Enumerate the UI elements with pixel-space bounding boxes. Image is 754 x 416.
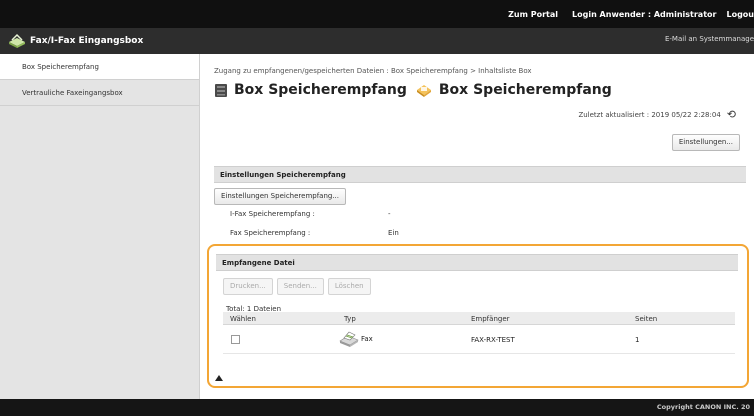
row-checkbox[interactable] (231, 335, 240, 344)
row-recipient: FAX-RX-TEST (471, 336, 515, 344)
copyright: Copyright CANON INC. 20 (656, 403, 750, 411)
row-pages: 1 (635, 336, 640, 344)
delete-button[interactable]: Löschen (327, 278, 371, 295)
page-title: Box Speicherempfang Box Speicherempfang (214, 82, 612, 98)
last-updated: Zuletzt aktualisiert : 2019 05/22 2:28:0… (578, 108, 736, 121)
last-updated-text: Zuletzt aktualisiert : 2019 05/22 2:28:0… (578, 110, 721, 119)
send-button[interactable]: Senden... (276, 278, 324, 295)
col-type: Typ (344, 315, 356, 323)
top-bar: Zum Portal Login Anwender : Administrato… (0, 0, 754, 28)
sidebar: Box Speicherempfang Vertrauliche Faxeing… (0, 54, 200, 399)
action-bar: Drucken... Senden... Löschen (223, 278, 371, 295)
breadcrumb: Zugang zu empfangenen/gespeicherten Date… (214, 67, 532, 75)
fax-icon (4, 28, 30, 54)
main-content: Zugang zu empfangenen/gespeicherten Date… (200, 54, 754, 399)
received-files-panel: Empfangene Datei Drucken... Senden... Lö… (207, 244, 749, 388)
sidebar-item-box-speicherempfang[interactable]: Box Speicherempfang (0, 54, 199, 80)
portal-link[interactable]: Zum Portal (508, 10, 558, 19)
col-pages: Seiten (635, 315, 658, 323)
app-title: Fax/I-Fax Eingangsbox (30, 36, 144, 46)
fax-storage-label: Fax Speicherempfang : (230, 229, 311, 237)
section-settings-header: Einstellungen Speicherempfang (214, 166, 746, 183)
table-row[interactable]: Fax FAX-RX-TEST 1 (223, 326, 735, 354)
ifax-storage-label: I-Fax Speicherempfang : (230, 210, 315, 218)
footer: Copyright CANON INC. 20 (0, 399, 754, 416)
sidebar-item-vertrauliche-faxeingangsbox[interactable]: Vertrauliche Faxeingangsbox (0, 80, 199, 106)
section-received-header: Empfangene Datei (216, 254, 738, 271)
scroll-top-arrow-icon[interactable] (215, 375, 223, 381)
storage-settings-button[interactable]: Einstellungen Speicherempfang... (214, 188, 347, 205)
table-header: Wählen Typ Empfänger Seiten (223, 312, 735, 325)
page-title-part1: Box Speicherempfang (234, 82, 407, 98)
email-admin-link[interactable]: E-Mail an Systemmanage (665, 35, 754, 43)
fax-storage-value: Ein (388, 229, 399, 237)
fax-document-icon (339, 331, 359, 347)
box-icon (215, 84, 227, 97)
login-info: Login Anwender : Administrator (572, 10, 716, 19)
login-user: Administrator (653, 9, 717, 19)
settings-button[interactable]: Einstellungen... (671, 134, 740, 151)
ifax-storage-value: - (388, 210, 391, 218)
logout-link[interactable]: Logou (726, 10, 754, 19)
col-recipient: Empfänger (471, 315, 510, 323)
login-label: Login Anwender : (572, 9, 652, 19)
refresh-icon[interactable]: ⟲ (727, 108, 736, 121)
folder-icon (416, 85, 431, 97)
title-bar: Fax/I-Fax Eingangsbox E-Mail an Systemma… (0, 28, 754, 54)
print-button[interactable]: Drucken... (223, 278, 273, 295)
row-type: Fax (361, 335, 373, 343)
page-title-part2: Box Speicherempfang (438, 82, 612, 98)
col-select: Wählen (230, 315, 256, 323)
